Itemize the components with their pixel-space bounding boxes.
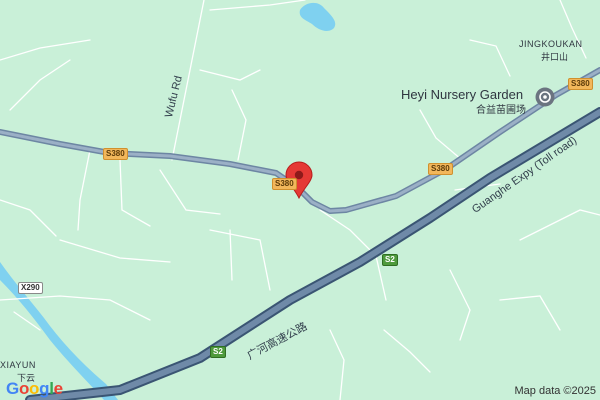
- route-shield-s380-mid: S380: [428, 163, 453, 175]
- map-base-layer: [0, 0, 600, 400]
- place-label-xiayun: XIAYUN: [0, 360, 36, 370]
- route-shield-s380-west: S380: [103, 148, 128, 160]
- pond: [299, 2, 336, 31]
- poi-label-heyi-nursery[interactable]: Heyi Nursery Garden: [401, 87, 523, 102]
- poi-label-heyi-nursery-zh[interactable]: 合益苗圃场: [476, 101, 526, 116]
- place-label-jingkoukan-zh: 井口山: [541, 52, 569, 62]
- place-label-jingkoukan: JINGKOUKAN: [519, 39, 583, 49]
- route-shield-s2-east: S2: [382, 254, 398, 266]
- map-attribution[interactable]: Map data ©2025: [515, 385, 597, 397]
- route-shield-s2-west: S2: [210, 346, 226, 358]
- route-shield-s380-east: S380: [568, 78, 593, 90]
- route-shield-s380-pin: S380: [272, 178, 297, 190]
- minor-roads: [0, 0, 600, 400]
- google-logo: Google: [6, 379, 63, 398]
- map-canvas[interactable]: Wufu Rd Guanghe Expy (Toll road) 广河高速公路 …: [0, 0, 600, 400]
- place-of-interest-icon[interactable]: [535, 87, 555, 107]
- route-shield-x290: X290: [18, 282, 43, 294]
